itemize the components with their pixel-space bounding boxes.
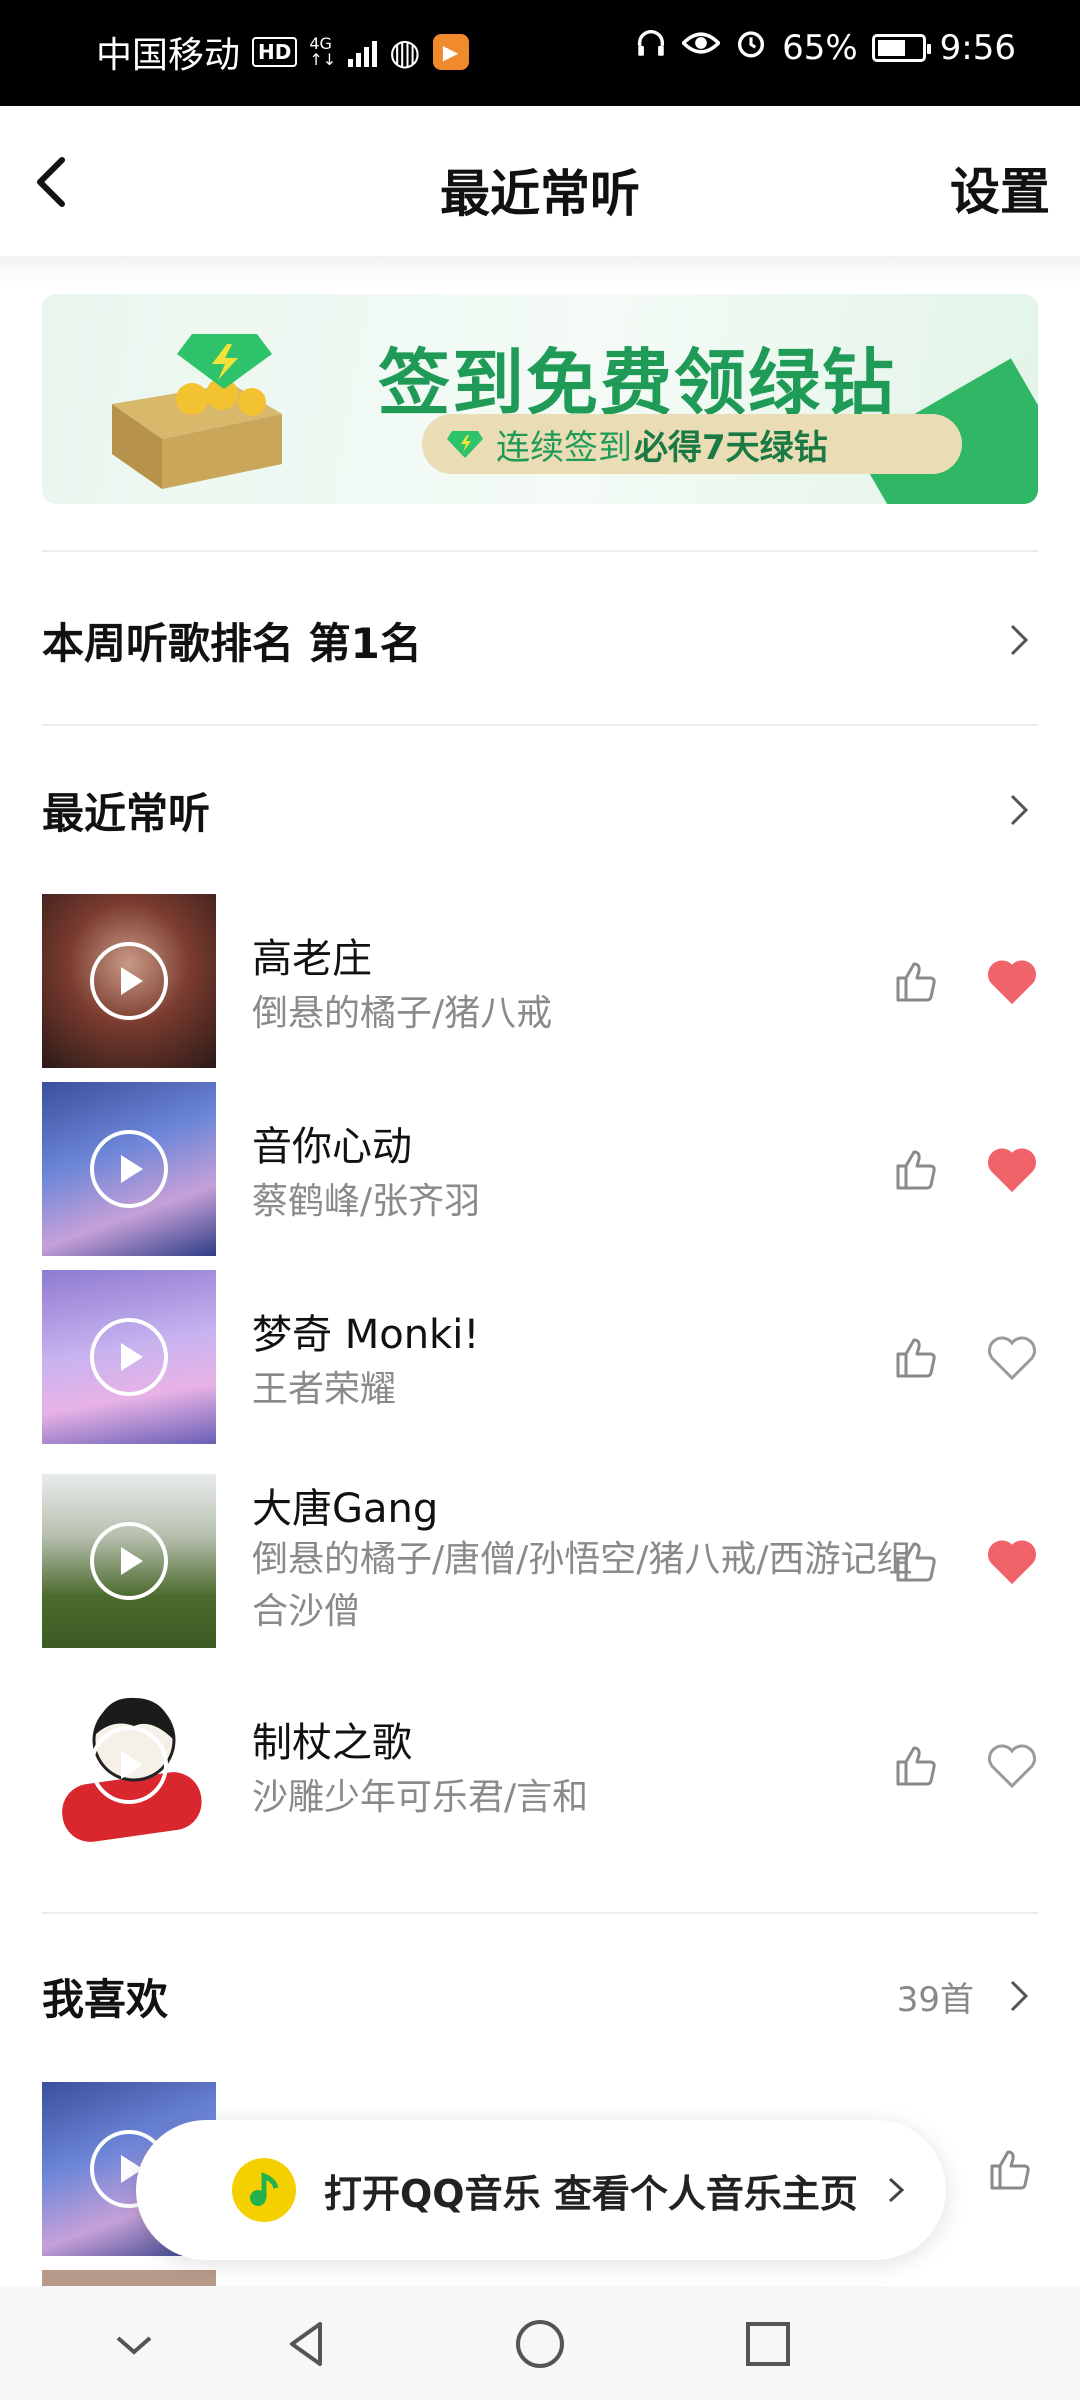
song-row[interactable]: 梦奇 Monki! 王者荣耀 xyxy=(42,1270,1038,1446)
song-row[interactable]: 音你心动 蔡鹤峰/张齐羽 xyxy=(42,1082,1038,1258)
nav-recents-icon[interactable] xyxy=(738,2314,798,2374)
chevron-right-icon xyxy=(1010,624,1029,656)
song-row[interactable]: 大唐Gang 倒悬的橘子/唐僧/孙悟空/猪八戒/西游记组合沙僧 xyxy=(42,1474,1038,1648)
play-icon[interactable] xyxy=(90,1318,168,1396)
song-title: 音你心动 xyxy=(252,1124,412,1170)
next-cover-peek xyxy=(42,2270,216,2286)
favorites-section-header[interactable]: 我喜欢 39首 xyxy=(42,1956,1038,2036)
signal-icon xyxy=(348,37,378,67)
chevron-right-icon xyxy=(1010,794,1029,826)
banner-subtitle: 连续签到 必得7天绿钻 xyxy=(422,414,962,474)
song-title: 大唐Gang xyxy=(252,1486,439,1532)
divider xyxy=(42,1912,1038,1914)
favorites-title: 我喜欢 xyxy=(42,1974,169,2024)
headphones-icon xyxy=(634,26,668,69)
song-artist: 王者荣耀 xyxy=(252,1369,397,1410)
app-notification-icon: ▶ xyxy=(432,34,469,70)
album-cover[interactable] xyxy=(42,894,216,1068)
header-shadow xyxy=(0,256,1080,286)
open-qq-music-button[interactable]: 打开QQ音乐 查看个人音乐主页 xyxy=(136,2120,946,2260)
album-cover[interactable] xyxy=(42,1270,216,1444)
chevron-right-icon xyxy=(888,2177,905,2203)
thumbs-up-icon[interactable] xyxy=(892,1740,942,1790)
song-title: 梦奇 Monki! xyxy=(252,1312,480,1358)
thumbs-up-icon[interactable] xyxy=(986,2144,1036,2194)
song-artist: 蔡鹤峰/张齐羽 xyxy=(252,1181,481,1222)
globe-icon: ◍ xyxy=(389,31,421,73)
app-header: 最近常听 设置 xyxy=(0,106,1080,256)
promo-banner[interactable]: 签到免费领绿钻 连续签到 必得7天绿钻 xyxy=(42,294,1038,504)
play-icon[interactable] xyxy=(90,942,168,1020)
gift-box-icon xyxy=(112,334,282,489)
album-cover[interactable] xyxy=(42,1678,216,1852)
settings-button[interactable]: 设置 xyxy=(950,152,1050,224)
weekly-rank-label: 本周听歌排名 第1名 xyxy=(42,618,422,668)
song-artist: 倒悬的橘子/猪八戒 xyxy=(252,993,553,1034)
thumbs-up-icon[interactable] xyxy=(892,1332,942,1382)
song-row[interactable]: 高老庄 倒悬的橘子/猪八戒 xyxy=(42,894,1038,1070)
play-icon[interactable] xyxy=(90,1726,168,1804)
page-title: 最近常听 xyxy=(440,165,640,223)
heart-icon[interactable] xyxy=(986,1742,1038,1790)
system-nav-bar xyxy=(0,2286,1080,2400)
carrier-name: 中国移动 xyxy=(96,35,241,76)
alarm-icon xyxy=(734,26,768,69)
divider xyxy=(42,550,1038,552)
thumbs-up-icon[interactable] xyxy=(892,1536,942,1586)
favorites-count: 39首 xyxy=(896,1979,974,2020)
nav-back-icon[interactable] xyxy=(278,2314,338,2374)
song-title: 高老庄 xyxy=(252,936,372,982)
play-icon[interactable] xyxy=(90,1522,168,1600)
album-cover[interactable] xyxy=(42,1082,216,1256)
thumbs-up-icon[interactable] xyxy=(892,1144,942,1194)
clock: 9:56 xyxy=(939,27,1016,68)
heart-icon[interactable] xyxy=(986,958,1038,1006)
collapse-icon[interactable] xyxy=(104,2314,164,2374)
nav-home-icon[interactable] xyxy=(510,2314,570,2374)
song-artist: 沙雕少年可乐君/言和 xyxy=(252,1777,589,1818)
banner-subtitle-bold: 必得7天绿钻 xyxy=(634,427,828,468)
heart-icon[interactable] xyxy=(986,1146,1038,1194)
eye-icon xyxy=(681,26,722,69)
recent-section-header[interactable]: 最近常听 xyxy=(42,770,1038,850)
weekly-rank-row[interactable]: 本周听歌排名 第1名 xyxy=(42,600,1038,680)
diamond-icon xyxy=(447,431,483,458)
battery-percent: 65% xyxy=(782,27,858,68)
song-artist: 倒悬的橘子/唐僧/孙悟空/猪八戒/西游记组合沙僧 xyxy=(252,1539,913,1632)
qq-music-logo-icon xyxy=(232,2158,296,2222)
open-app-label: 打开QQ音乐 查看个人音乐主页 xyxy=(324,2171,858,2216)
battery-icon xyxy=(871,33,931,62)
song-row[interactable]: 制杖之歌 沙雕少年可乐君/言和 xyxy=(42,1678,1038,1854)
chevron-right-icon xyxy=(1010,1980,1029,2012)
thumbs-up-icon[interactable] xyxy=(892,956,942,1006)
hd-badge: HD xyxy=(252,37,298,67)
divider xyxy=(42,724,1038,726)
network-type: 4G ↑↓ xyxy=(309,34,337,69)
status-bar: 中国移动 HD 4G ↑↓ ◍ ▶ 65% 9:56 xyxy=(0,0,1080,106)
recent-section-title: 最近常听 xyxy=(42,788,211,838)
song-title: 制杖之歌 xyxy=(252,1720,412,1766)
album-cover[interactable] xyxy=(42,1474,216,1648)
heart-icon[interactable] xyxy=(986,1334,1038,1382)
play-icon[interactable] xyxy=(90,1130,168,1208)
heart-icon[interactable] xyxy=(986,1538,1038,1586)
banner-subtitle-prefix: 连续签到 xyxy=(496,427,632,468)
